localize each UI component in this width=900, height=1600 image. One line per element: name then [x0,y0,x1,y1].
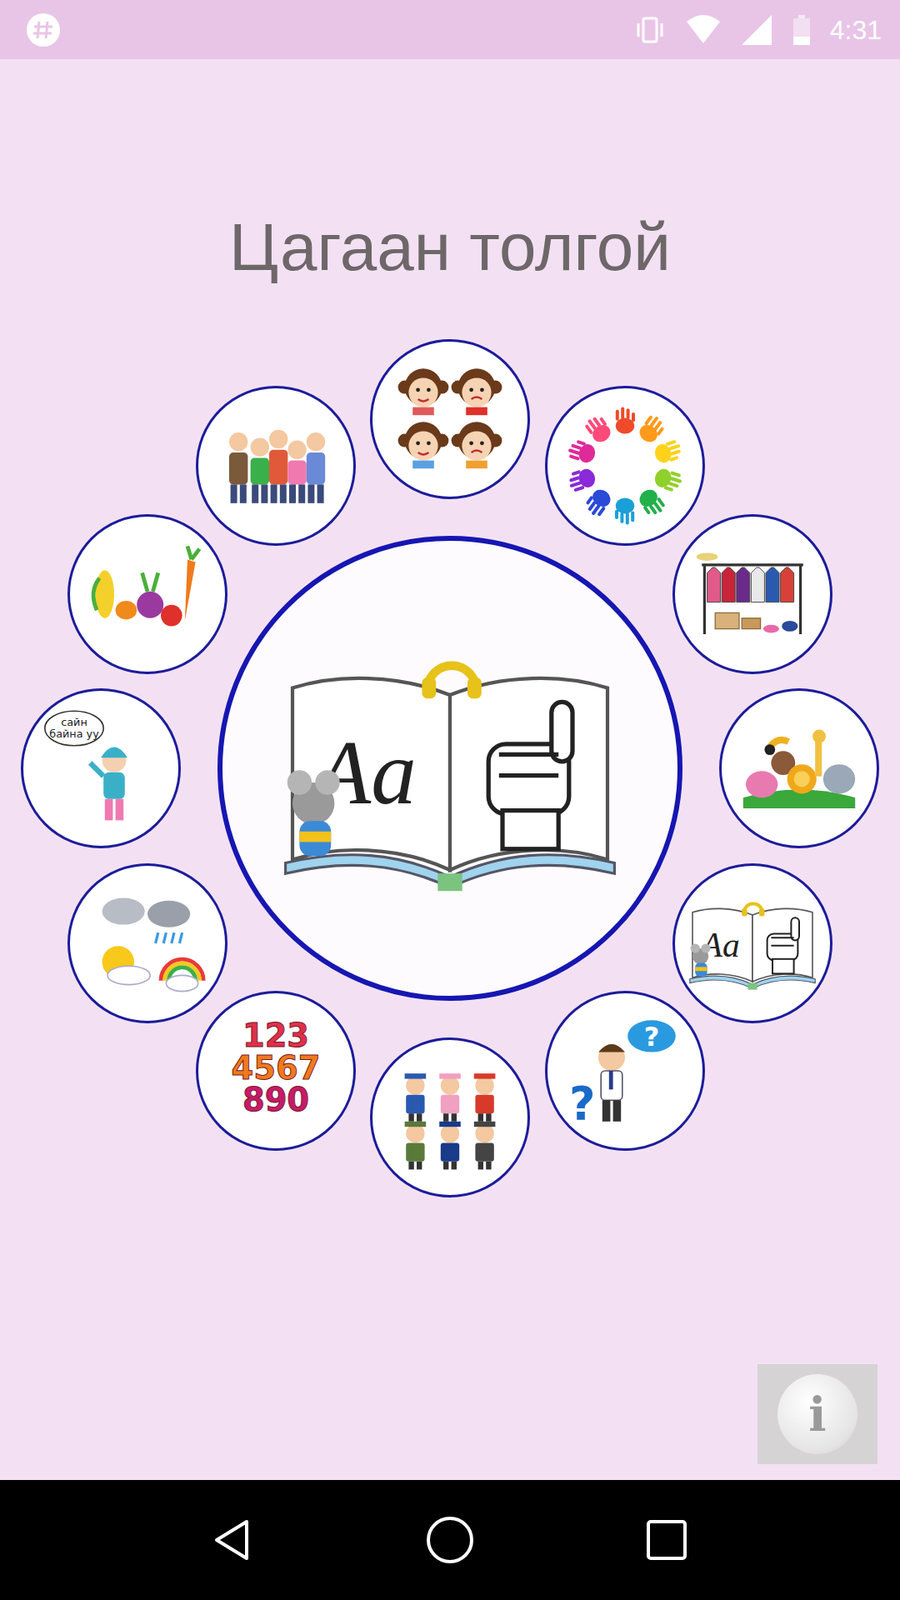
animals-menu-button[interactable] [719,688,880,849]
alphabet-menu-button[interactable]: Aa [672,863,833,1024]
clothes-rack-icon [685,527,820,661]
back-triangle-icon [210,1516,257,1564]
status-time: 4:31 [830,13,882,47]
wifi-icon [685,13,722,47]
emotions-menu-button[interactable] [370,339,530,500]
question-menu-button[interactable]: ?? [545,990,705,1151]
info-button[interactable]: i [757,1364,878,1465]
greeting-menu-button[interactable]: сайнбайна уу [20,688,181,849]
page-title: Цагаан толгой [0,207,900,288]
vibrate-icon [633,13,667,47]
home-circle-icon [425,1515,475,1565]
vegetables-menu-button[interactable] [67,514,228,675]
hands-icon [558,399,692,533]
menu-ring: Aa Aa?? 1234567890 сайнбайна уу [0,335,900,1202]
animals-icon [732,701,866,835]
open-book-icon: Aa [275,642,625,895]
app-screen: 4:31 Цагаан толгой Aa Aa?? 1234567890 сайнбай… [0,0,900,1600]
svg-text:сайн: сайн [60,715,88,729]
colors-menu-button[interactable] [545,385,705,546]
status-bar: 4:31 [0,0,900,60]
recents-button[interactable] [633,1506,700,1574]
home-button[interactable] [416,1506,484,1574]
svg-text:байна уу: байна уу [49,727,100,740]
svg-text:890: 890 [241,1080,309,1119]
alphabet-main-button[interactable]: Aa [217,535,683,1001]
alphabet-book-icon: Aa [685,895,820,991]
weather-menu-button[interactable] [67,863,228,1024]
professions-menu-button[interactable] [370,1037,530,1198]
battery-icon [791,13,812,47]
professions-icon [383,1050,517,1185]
back-button[interactable] [200,1506,267,1574]
thinking-man-icon: ?? [558,1004,692,1138]
info-disc: i [777,1374,858,1455]
recents-square-icon [645,1518,689,1562]
family-icon [209,399,343,533]
svg-text:?: ? [569,1076,596,1130]
app-hash-icon [25,11,62,49]
family-menu-button[interactable] [195,385,356,546]
svg-text:?: ? [643,1020,660,1052]
signal-icon [740,13,774,47]
greeting-girl-icon: сайнбайна уу [34,701,168,835]
emotions-icon [383,352,517,486]
numbers-menu-button[interactable]: 1234567890 [195,990,356,1151]
numbers-icon: 1234567890 [209,1004,343,1138]
vegetables-icon [80,527,215,661]
clothes-menu-button[interactable] [672,514,833,675]
navigation-bar [0,1480,900,1600]
weather-icon [80,876,215,1010]
